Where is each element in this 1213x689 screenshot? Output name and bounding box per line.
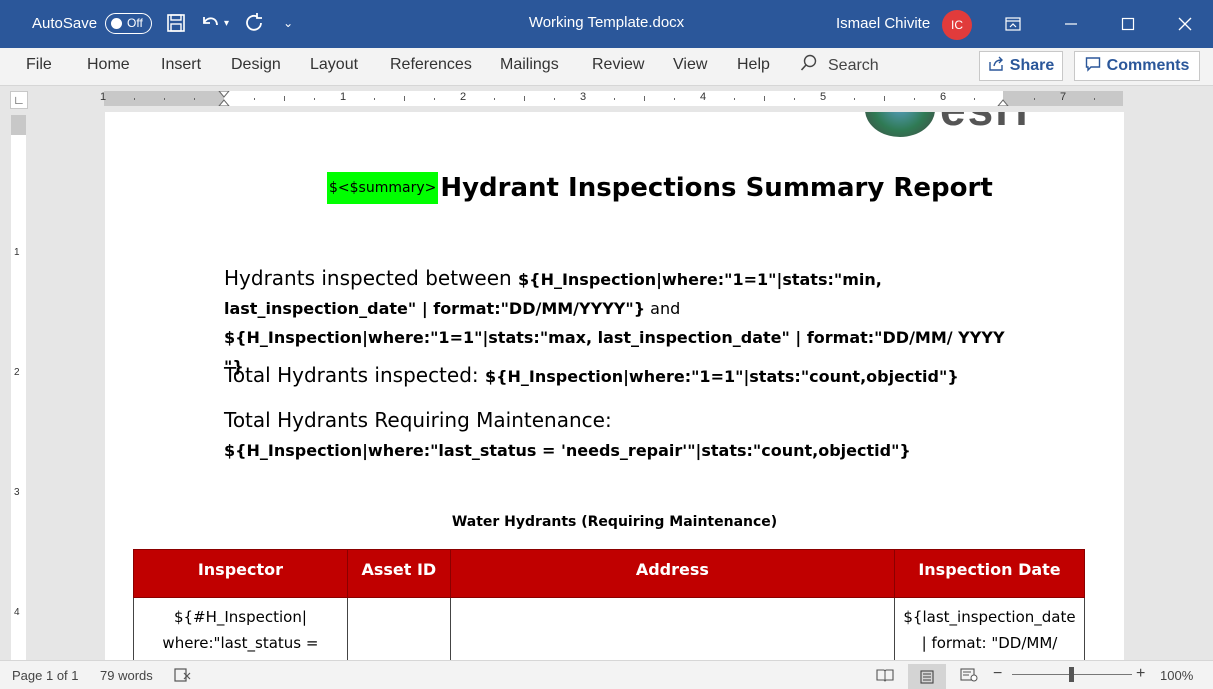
zoom-in-icon[interactable]: + [1136, 665, 1145, 683]
cell-address[interactable] [449, 597, 895, 660]
total-inspected-label: Total Hydrants inspected: [224, 363, 485, 387]
zoom-slider-thumb[interactable] [1069, 667, 1074, 682]
tab-selector[interactable]: ∟ [10, 91, 28, 109]
globe-logo-icon [865, 112, 935, 137]
tab-review[interactable]: Review [592, 56, 644, 74]
comments-label: Comments [1106, 57, 1190, 74]
ruler-number: 3 [14, 487, 20, 498]
status-bar: Page 1 of 1 79 words − + 100% [0, 660, 1213, 689]
tab-insert[interactable]: Insert [161, 56, 201, 74]
page-count[interactable]: Page 1 of 1 [12, 668, 79, 683]
maintenance-table[interactable]: Inspector Asset ID Address Inspection Da… [133, 549, 1086, 660]
paragraph-total-inspected[interactable]: Total Hydrants inspected: ${H_Inspection… [224, 361, 1014, 392]
zoom-out-icon[interactable]: − [993, 665, 1002, 683]
cell-asset-id[interactable] [346, 597, 451, 660]
intro-text: Hydrants inspected between [224, 266, 519, 290]
comment-icon [1085, 56, 1101, 77]
column-header-asset-id[interactable]: Asset ID [346, 549, 451, 598]
ribbon-display-options-icon[interactable] [998, 10, 1028, 38]
document-page[interactable]: esri $<$summary> Hydrant Inspections Sum… [105, 112, 1124, 660]
document-title: Working Template.docx [528, 14, 685, 31]
minimize-icon[interactable] [1056, 10, 1086, 38]
ruler-top-margin [11, 115, 26, 135]
share-button[interactable]: Share [979, 51, 1063, 81]
report-heading: $<$summary> Hydrant Inspections Summary … [327, 172, 993, 204]
cell-inspector[interactable]: ${#H_Inspection| where:"last_status = [133, 597, 348, 660]
search-label: Search [828, 56, 879, 74]
search-box[interactable]: Search [800, 54, 879, 77]
tab-references[interactable]: References [390, 56, 472, 74]
tab-help[interactable]: Help [737, 56, 770, 74]
proofing-icon[interactable] [174, 668, 192, 685]
column-header-address[interactable]: Address [449, 549, 895, 598]
table-caption[interactable]: Water Hydrants (Requiring Maintenance) [105, 514, 1124, 530]
read-mode-icon[interactable] [873, 664, 897, 686]
tab-file[interactable]: File [26, 56, 52, 74]
share-icon [988, 56, 1004, 77]
table-row: ${#H_Inspection| where:"last_status = ${… [133, 597, 1086, 660]
vertical-ruler[interactable]: 1 2 3 4 [11, 115, 26, 660]
tab-design[interactable]: Design [231, 56, 281, 74]
share-label: Share [1009, 57, 1055, 74]
maintenance-label: Total Hydrants Requiring Maintenance: [224, 408, 612, 432]
tab-home[interactable]: Home [87, 56, 130, 74]
maximize-icon[interactable] [1113, 10, 1143, 38]
page-title[interactable]: Hydrant Inspections Summary Report [440, 173, 992, 203]
highlighted-tag[interactable]: $<$summary> [327, 172, 439, 204]
avatar[interactable]: IC [942, 10, 972, 40]
tab-mailings[interactable]: Mailings [500, 56, 559, 74]
table-header-row: Inspector Asset ID Address Inspection Da… [133, 549, 1086, 598]
zoom-level[interactable]: 100% [1160, 668, 1193, 683]
ruler-number: 2 [14, 367, 20, 378]
close-icon[interactable] [1170, 10, 1200, 38]
ruler-number: 1 [14, 247, 20, 258]
web-layout-icon[interactable] [957, 664, 981, 686]
code-count-repair: ${H_Inspection|where:"last_status = 'nee… [224, 441, 911, 460]
ribbon-tabs: File Home Insert Design Layout Reference… [0, 48, 1213, 86]
title-bar: AutoSave Off ▾ ⌄ Working Template.docx I… [0, 0, 1213, 48]
column-header-inspection-date[interactable]: Inspection Date [893, 549, 1086, 598]
company-logo: esri [940, 112, 1030, 136]
user-name[interactable]: Ismael Chivite [836, 15, 930, 32]
search-icon [800, 54, 818, 77]
word-count[interactable]: 79 words [100, 668, 153, 683]
horizontal-ruler[interactable]: 1 1 2 3 4 5 6 7 [100, 91, 1123, 106]
comments-button[interactable]: Comments [1074, 51, 1200, 81]
paragraph-maintenance[interactable]: Total Hydrants Requiring Maintenance: ${… [224, 406, 924, 466]
code-count-all: ${H_Inspection|where:"1=1"|stats:"count,… [485, 367, 959, 386]
column-header-inspector[interactable]: Inspector [133, 549, 348, 598]
tab-layout[interactable]: Layout [310, 56, 358, 74]
and-text: and [645, 299, 681, 318]
print-layout-icon[interactable] [908, 664, 946, 689]
cell-inspection-date[interactable]: ${last_inspection_date | format: "DD/MM/… [893, 597, 1086, 660]
ruler-number: 4 [14, 607, 20, 618]
ruler-ticks [134, 91, 1095, 106]
tab-view[interactable]: View [673, 56, 707, 74]
